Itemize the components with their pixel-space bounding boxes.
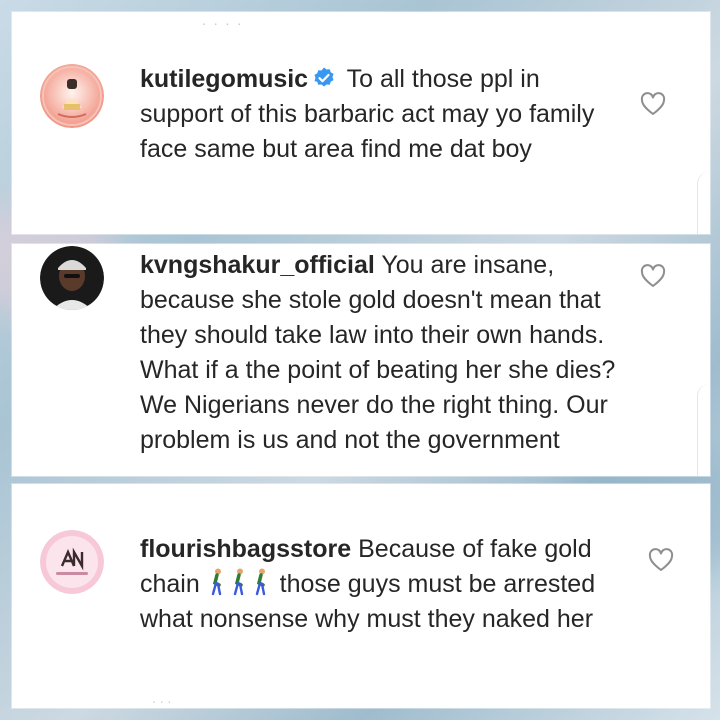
avatar-flourishbagsstore[interactable] — [40, 530, 104, 594]
comment-body: You are insane, because she stole gold d… — [140, 251, 616, 454]
avatar-kvngshakur[interactable] — [40, 246, 104, 310]
verified-badge-icon — [312, 65, 336, 89]
comment-card-3: flourishbagsstore Because of fake gold c… — [12, 484, 710, 708]
person-walking-emoji — [254, 568, 268, 596]
truncated-previous-comment: . . . . — [202, 12, 244, 28]
comment-card-2: kvngshakur_official You are insane, beca… — [12, 244, 710, 476]
username-link[interactable]: flourishbagsstore — [140, 535, 351, 563]
comment-text-3: flourishbagsstore Because of fake gold c… — [140, 532, 620, 637]
person-walking-emoji — [232, 568, 246, 596]
comment-body-end: those guys must be arrested what nonsens… — [140, 570, 596, 633]
avatar-kutilegomusic[interactable] — [40, 64, 104, 128]
comment-text-2: kvngshakur_official You are insane, beca… — [140, 248, 620, 458]
comment-card-1: . . . . kutilegomusic To all those ppl i… — [12, 12, 710, 234]
card-edge — [697, 384, 710, 476]
heart-outline-icon[interactable] — [640, 264, 666, 288]
heart-outline-icon[interactable] — [640, 92, 666, 116]
username-link[interactable]: kutilegomusic — [140, 65, 308, 93]
username-link[interactable]: kvngshakur_official — [140, 251, 375, 279]
card-edge — [697, 172, 710, 234]
person-walking-emoji — [210, 568, 224, 596]
truncated-next-comment: . . . — [152, 690, 172, 706]
heart-outline-icon[interactable] — [648, 548, 674, 572]
comment-text-1: kutilegomusic To all those ppl in suppor… — [140, 62, 620, 167]
